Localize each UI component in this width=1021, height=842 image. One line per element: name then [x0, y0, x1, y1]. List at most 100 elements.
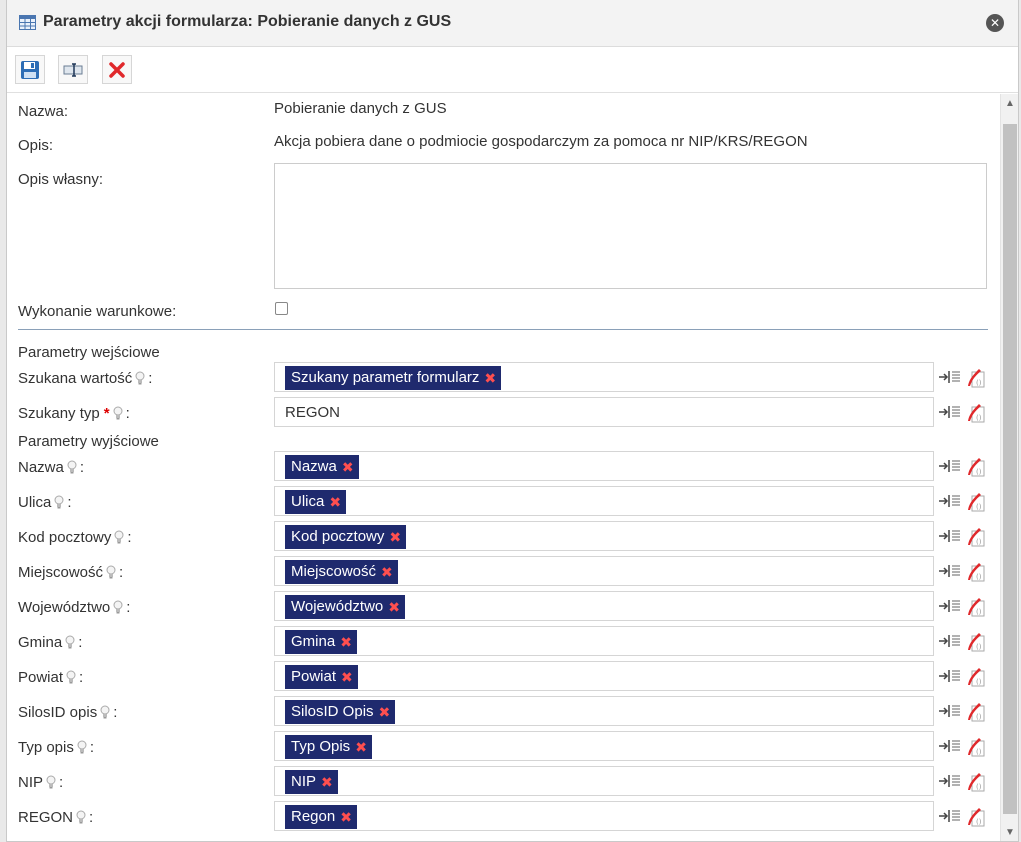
param-field-nip[interactable]: NIP ✖: [274, 766, 934, 796]
insert-field-icon[interactable]: [939, 564, 961, 578]
chip-remove-icon[interactable]: ✖: [321, 770, 333, 794]
param-field-ulica[interactable]: Ulica ✖: [274, 486, 934, 516]
chip-remove-icon[interactable]: ✖: [342, 455, 354, 479]
param-field-powiat[interactable]: Powiat ✖: [274, 661, 934, 691]
chip-remove-icon[interactable]: ✖: [484, 366, 496, 390]
param-field-silosid-opis[interactable]: SilosID Opis ✖: [274, 696, 934, 726]
param-chip: Nazwa ✖: [285, 455, 359, 479]
function-icon[interactable]: (): [965, 490, 985, 512]
insert-field-icon[interactable]: [939, 634, 961, 648]
function-icon[interactable]: (): [965, 595, 985, 617]
param-field-regon[interactable]: Regon ✖: [274, 801, 934, 831]
param-field-kod-pocztowy[interactable]: Kod pocztowy ✖: [274, 521, 934, 551]
insert-field-icon[interactable]: [939, 599, 961, 613]
param-label-text: Miejscowość: [18, 564, 104, 581]
required-marker: *: [103, 405, 110, 422]
function-icon[interactable]: (): [965, 735, 985, 757]
floppy-disk-icon: [21, 60, 39, 79]
svg-text:(): (): [976, 573, 982, 581]
chip-remove-icon[interactable]: ✖: [341, 665, 353, 689]
own-description-textarea[interactable]: [274, 163, 987, 289]
lightbulb-icon[interactable]: [106, 565, 116, 579]
param-actions: (): [939, 734, 989, 758]
save-button[interactable]: [15, 55, 45, 84]
scroll-up-icon[interactable]: ▲: [1005, 98, 1015, 109]
param-label-miejscowo-: Miejscowość:: [18, 564, 123, 581]
insert-field-icon[interactable]: [939, 669, 961, 683]
svg-text:(): (): [976, 468, 982, 476]
chip-remove-icon[interactable]: ✖: [340, 630, 352, 654]
lightbulb-icon[interactable]: [114, 530, 124, 544]
lightbulb-icon[interactable]: [113, 600, 123, 614]
param-field-nazwa[interactable]: Nazwa ✖: [274, 451, 934, 481]
lightbulb-icon[interactable]: [100, 705, 110, 719]
function-icon[interactable]: (): [965, 805, 985, 827]
lightbulb-icon[interactable]: [113, 406, 123, 420]
param-label-silosid-opis: SilosID opis:: [18, 704, 117, 721]
svg-text:(): (): [976, 608, 982, 616]
function-icon[interactable]: (): [965, 455, 985, 477]
chip-remove-icon[interactable]: ✖: [340, 805, 352, 829]
function-icon[interactable]: (): [965, 525, 985, 547]
delete-button[interactable]: [102, 55, 132, 84]
label-colon: :: [127, 529, 132, 546]
label-colon: :: [89, 809, 94, 826]
param-field-szukany-typ[interactable]: REGON: [274, 397, 934, 427]
chip-remove-icon[interactable]: ✖: [329, 490, 341, 514]
rename-button[interactable]: [58, 55, 88, 84]
function-icon[interactable]: (): [965, 665, 985, 687]
scrollbar-thumb[interactable]: [1003, 124, 1017, 814]
insert-field-icon[interactable]: [939, 370, 961, 384]
param-field-typ-opis[interactable]: Typ Opis ✖: [274, 731, 934, 761]
lightbulb-icon[interactable]: [77, 740, 87, 754]
param-field-miejscowo-[interactable]: Miejscowość ✖: [274, 556, 934, 586]
lightbulb-icon[interactable]: [76, 810, 86, 824]
lightbulb-icon[interactable]: [135, 371, 145, 385]
param-chip: Regon ✖: [285, 805, 357, 829]
insert-field-icon[interactable]: [939, 704, 961, 718]
label-colon: :: [113, 704, 118, 721]
insert-field-icon[interactable]: [939, 494, 961, 508]
lightbulb-icon[interactable]: [67, 460, 77, 474]
svg-text:(): (): [976, 379, 982, 387]
function-icon[interactable]: (): [965, 700, 985, 722]
function-icon[interactable]: (): [965, 770, 985, 792]
chip-remove-icon[interactable]: ✖: [381, 560, 393, 584]
insert-field-icon[interactable]: [939, 739, 961, 753]
svg-text:(): (): [976, 414, 982, 422]
insert-field-icon[interactable]: [939, 809, 961, 823]
insert-field-icon[interactable]: [939, 405, 961, 419]
lightbulb-icon[interactable]: [46, 775, 56, 789]
function-icon[interactable]: (): [965, 560, 985, 582]
insert-field-icon[interactable]: [939, 459, 961, 473]
dialog-titlebar: Parametry akcji formularza: Pobieranie d…: [7, 0, 1018, 47]
param-actions: (): [939, 629, 989, 653]
param-label-typ-opis: Typ opis:: [18, 739, 94, 756]
param-actions: (): [939, 400, 989, 424]
param-label-text: SilosID opis: [18, 704, 98, 721]
insert-field-icon[interactable]: [939, 774, 961, 788]
param-label-text: REGON: [18, 809, 74, 826]
param-label-regon: REGON:: [18, 809, 93, 826]
function-icon[interactable]: (): [965, 630, 985, 652]
chip-remove-icon[interactable]: ✖: [355, 735, 367, 759]
lightbulb-icon[interactable]: [65, 635, 75, 649]
param-label-gmina: Gmina:: [18, 634, 82, 651]
function-icon[interactable]: (): [965, 366, 985, 388]
param-field-szukana-warto-[interactable]: Szukany parametr formularz ✖: [274, 362, 934, 392]
own-description-label: Opis własny:: [18, 171, 104, 188]
param-field-gmina[interactable]: Gmina ✖: [274, 626, 934, 656]
lightbulb-icon[interactable]: [66, 670, 76, 684]
conditional-checkbox[interactable]: [275, 302, 288, 315]
insert-field-icon[interactable]: [939, 529, 961, 543]
param-field-wojew-dztwo[interactable]: Województwo ✖: [274, 591, 934, 621]
function-icon[interactable]: (): [965, 401, 985, 423]
chip-remove-icon[interactable]: ✖: [388, 595, 400, 619]
chip-remove-icon[interactable]: ✖: [389, 525, 401, 549]
chip-label: Powiat: [291, 668, 337, 685]
lightbulb-icon[interactable]: [54, 495, 64, 509]
close-icon[interactable]: ✕: [986, 14, 1004, 32]
chip-remove-icon[interactable]: ✖: [379, 700, 391, 724]
scroll-down-icon[interactable]: ▼: [1005, 827, 1015, 838]
vertical-scrollbar[interactable]: ▲ ▼: [1000, 94, 1018, 841]
